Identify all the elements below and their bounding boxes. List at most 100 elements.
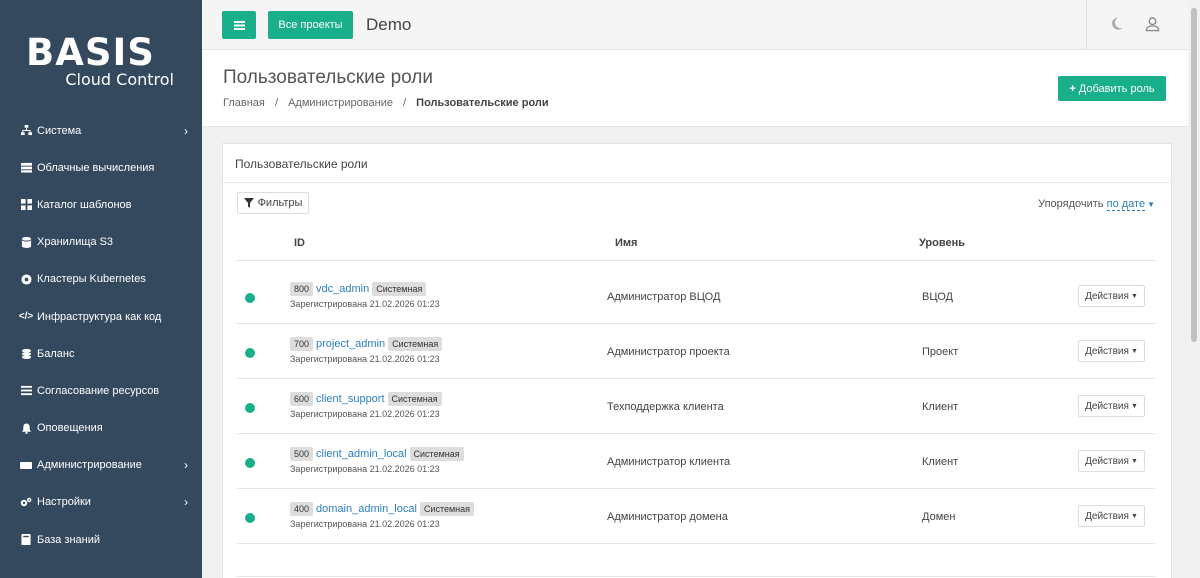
sidebar-item-label: Хранилища S3 xyxy=(37,236,114,249)
sort-control: Упорядочить по дате ▼ xyxy=(1038,198,1155,211)
actions-label: Действия xyxy=(1085,510,1129,522)
sidebar-item-label: Согласование ресурсов xyxy=(37,384,160,397)
role-link[interactable]: vdc_admin xyxy=(316,283,369,295)
moon-icon[interactable] xyxy=(1109,16,1124,34)
table-row[interactable]: 500 client_admin_local Системная Зарегис… xyxy=(237,434,1155,489)
code-icon: </> xyxy=(18,311,34,323)
server-icon xyxy=(20,162,32,174)
role-link[interactable]: project_admin xyxy=(316,338,385,350)
sidebar-item-administration[interactable]: Администрирование › xyxy=(0,447,202,484)
sidebar-item-label: База знаний xyxy=(37,533,101,546)
breadcrumb-current: Пользовательские роли xyxy=(416,97,549,109)
sidebar-item-system[interactable]: Система › xyxy=(0,112,202,149)
actions-label: Действия xyxy=(1085,455,1129,467)
sidebar-item-label: Инфраструктура как код xyxy=(37,310,162,323)
sidebar: BASIS Cloud Control Система › Облачные в… xyxy=(0,0,202,578)
breadcrumb-home[interactable]: Главная xyxy=(223,97,265,109)
status-dot xyxy=(245,348,255,358)
registered-date: Зарегистрирована 21.02.2026 01:23 xyxy=(290,519,440,529)
chevron-right-icon: › xyxy=(184,458,188,473)
sidebar-item-cloud[interactable]: Облачные вычисления xyxy=(0,149,202,186)
actions-button[interactable]: Действия ▼ xyxy=(1078,395,1145,417)
sidebar-item-iac[interactable]: </> Инфраструктура как код xyxy=(0,298,202,335)
logo-subtitle: Cloud Control xyxy=(65,70,174,89)
role-id-badge: 500 xyxy=(290,447,314,461)
registered-date: Зарегистрирована 21.02.2026 01:23 xyxy=(290,299,440,309)
system-badge: Системная xyxy=(372,282,427,296)
actions-button[interactable]: Действия ▼ xyxy=(1078,340,1145,362)
sidebar-item-label: Облачные вычисления xyxy=(37,161,155,174)
grid-icon xyxy=(20,199,32,211)
menu-toggle-button[interactable] xyxy=(222,11,256,39)
registered-date: Зарегистрирована 21.02.2026 01:23 xyxy=(290,354,440,364)
table-row[interactable]: 800 vdc_admin Системная Зарегистрирована… xyxy=(237,269,1155,324)
all-projects-button[interactable]: Все проекты xyxy=(268,11,353,39)
user-icon[interactable] xyxy=(1145,16,1160,35)
chevron-right-icon: › xyxy=(184,123,188,138)
role-link[interactable]: domain_admin_local xyxy=(316,503,417,515)
actions-label: Действия xyxy=(1085,290,1129,302)
sidebar-item-s3[interactable]: Хранилища S3 xyxy=(0,224,202,261)
system-badge: Системная xyxy=(409,447,464,461)
sidebar-item-approval[interactable]: Согласование ресурсов xyxy=(0,372,202,409)
breadcrumb: Главная / Администрирование / Пользовате… xyxy=(223,97,549,109)
role-id-badge: 700 xyxy=(290,337,314,351)
sidebar-item-knowledge[interactable]: База знаний xyxy=(0,521,202,558)
chevron-right-icon: › xyxy=(184,495,188,510)
logo[interactable]: BASIS Cloud Control xyxy=(26,34,176,91)
bell-icon xyxy=(20,422,32,434)
sidebar-item-templates[interactable]: Каталог шаблонов xyxy=(0,186,202,223)
role-level: ВЦОД xyxy=(922,291,953,303)
page-header: Пользовательские роли Главная / Админист… xyxy=(202,50,1188,127)
status-dot xyxy=(245,458,255,468)
sort-label: Упорядочить xyxy=(1038,198,1104,210)
actions-button[interactable]: Действия ▼ xyxy=(1078,450,1145,472)
cogs-icon xyxy=(20,496,32,508)
system-badge: Системная xyxy=(419,502,475,516)
table-row[interactable]: 400 domain_admin_local Системная Зарегис… xyxy=(237,489,1155,544)
hamburger-icon xyxy=(233,20,245,30)
breadcrumb-admin[interactable]: Администрирование xyxy=(288,97,393,109)
project-name: Demo xyxy=(366,15,412,34)
database-icon xyxy=(20,236,32,248)
actions-label: Действия xyxy=(1085,400,1129,412)
sidebar-item-balance[interactable]: Баланс xyxy=(0,335,202,372)
caret-down-icon: ▼ xyxy=(1130,512,1138,520)
column-header-level: Уровень xyxy=(919,237,966,249)
role-link[interactable]: client_support xyxy=(316,393,385,405)
kubernetes-icon xyxy=(20,273,32,285)
sitemap-icon xyxy=(20,125,32,137)
role-level: Клиент xyxy=(922,456,959,468)
role-name: Администратор домена xyxy=(607,511,728,523)
table-row[interactable]: 700 project_admin Системная Зарегистриро… xyxy=(237,324,1155,379)
sidebar-item-label: Настройки xyxy=(37,496,91,509)
column-header-name: Имя xyxy=(615,237,638,249)
sidebar-item-label: Система xyxy=(37,124,82,137)
caret-down-icon: ▼ xyxy=(1130,457,1138,465)
sidebar-nav: Система › Облачные вычисления Каталог ша… xyxy=(0,112,202,558)
scrollbar-thumb[interactable] xyxy=(1191,8,1197,342)
role-level: Домен xyxy=(922,511,956,523)
role-id-badge: 400 xyxy=(290,502,314,516)
role-id-badge: 800 xyxy=(290,282,314,296)
add-role-button[interactable]: + Добавить роль xyxy=(1058,76,1166,101)
actions-button[interactable]: Действия ▼ xyxy=(1078,505,1145,527)
sidebar-item-settings[interactable]: Настройки › xyxy=(0,484,202,521)
sidebar-item-label: Оповещения xyxy=(37,422,103,435)
add-role-label: Добавить роль xyxy=(1078,82,1155,95)
sidebar-item-notifications[interactable]: Оповещения xyxy=(0,410,202,447)
page-scrollbar[interactable] xyxy=(1188,0,1200,578)
sort-value[interactable]: по дате xyxy=(1106,198,1146,211)
card-title: Пользовательские роли xyxy=(235,157,368,171)
status-dot xyxy=(245,513,255,523)
sidebar-item-label: Кластеры Kubernetes xyxy=(37,273,146,286)
role-link[interactable]: client_admin_local xyxy=(316,448,407,460)
table-row[interactable]: 600 client_support Системная Зарегистрир… xyxy=(237,379,1155,434)
filters-button[interactable]: Фильтры xyxy=(237,192,309,214)
coins-icon xyxy=(20,348,32,360)
caret-down-icon: ▼ xyxy=(1147,200,1155,209)
sidebar-item-label: Баланс xyxy=(37,347,75,360)
actions-button[interactable]: Действия ▼ xyxy=(1078,285,1145,307)
filter-icon xyxy=(243,198,254,208)
sidebar-item-kubernetes[interactable]: Кластеры Kubernetes xyxy=(0,261,202,298)
